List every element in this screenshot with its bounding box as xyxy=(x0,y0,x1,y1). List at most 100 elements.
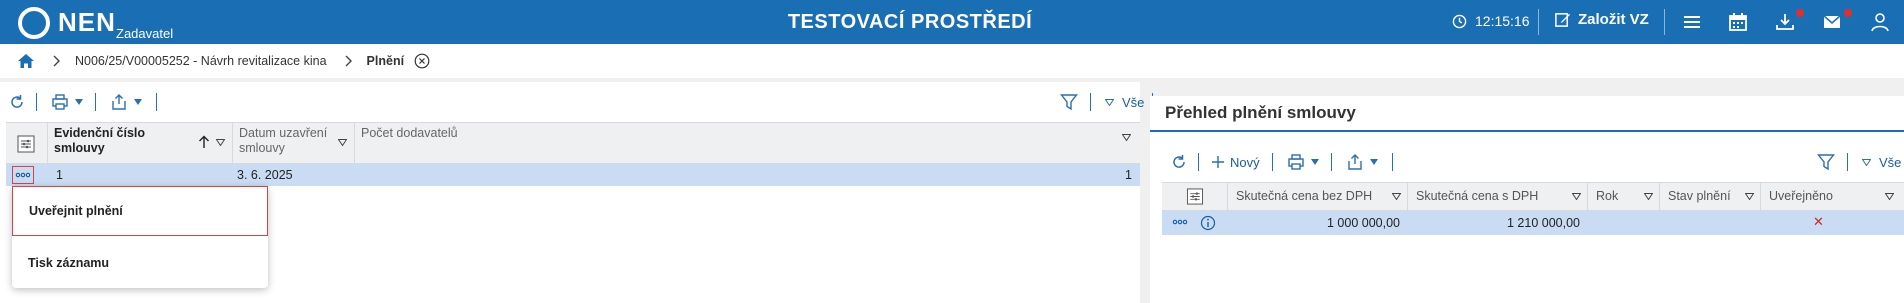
column-label: Skutečná cena s DPH xyxy=(1416,189,1539,203)
toolbar-divider xyxy=(1198,153,1199,171)
column-header-supplier-count[interactable]: Počet dodavatelů xyxy=(355,123,1140,163)
toolbar-divider xyxy=(156,93,157,111)
edit-icon xyxy=(1555,13,1571,27)
row-actions-button[interactable] xyxy=(12,166,34,184)
hamburger-menu-icon[interactable] xyxy=(1681,11,1703,33)
column-filter-icon[interactable] xyxy=(338,139,347,146)
column-settings-cell xyxy=(1162,183,1228,210)
column-filter-icon[interactable] xyxy=(1745,193,1754,200)
column-filter-icon[interactable] xyxy=(1122,134,1131,141)
toolbar-divider xyxy=(36,93,37,111)
toolbar-divider xyxy=(1271,153,1273,171)
environment-title: TESTOVACÍ PROSTŘEDÍ xyxy=(787,11,1033,33)
column-settings-icon[interactable] xyxy=(1186,188,1204,205)
print-icon[interactable] xyxy=(51,93,69,111)
contracts-toolbar xyxy=(8,93,157,111)
toolbar-divider xyxy=(95,93,96,111)
chevron-right-icon xyxy=(345,55,352,67)
chevron-down-icon[interactable] xyxy=(134,99,142,105)
logo-text: NEN xyxy=(58,7,116,37)
column-filter-icon[interactable] xyxy=(216,139,225,146)
column-header-price-with-vat[interactable]: Skutečná cena s DPH xyxy=(1408,183,1588,210)
table-row[interactable]: 1 3. 6. 2025 1 xyxy=(6,164,1140,186)
menu-item-publish-fulfillment[interactable]: Uveřejnit plnění xyxy=(12,186,268,236)
toolbar-divider xyxy=(1090,93,1091,111)
column-header-published[interactable]: Uveřejněno xyxy=(1761,183,1904,210)
panel-title: Přehled plnění smlouvy xyxy=(1165,103,1356,122)
cell-price-with-vat: 1 210 000,00 xyxy=(1507,216,1580,230)
header-divider xyxy=(1538,9,1539,35)
cell-contract-number: 1 xyxy=(56,168,63,182)
toolbar-divider xyxy=(1391,153,1393,171)
cell-contract-date: 3. 6. 2025 xyxy=(237,168,293,182)
chevron-down-icon[interactable] xyxy=(1369,159,1378,165)
filter-all-label[interactable]: Vše xyxy=(1122,95,1144,110)
export-icon[interactable] xyxy=(110,93,128,111)
title-underline xyxy=(1150,130,1904,132)
filter-dropdown-icon[interactable] xyxy=(1105,98,1114,106)
table-row[interactable]: 1 000 000,00 1 210 000,00 ✕ xyxy=(1162,211,1904,235)
filter-icon[interactable] xyxy=(1817,153,1835,171)
download-icon[interactable] xyxy=(1774,11,1796,33)
breadcrumb-current: Plnění xyxy=(366,54,405,68)
info-icon[interactable] xyxy=(1200,215,1216,231)
more-dots-icon[interactable] xyxy=(1172,219,1188,225)
more-dots-icon xyxy=(15,172,31,178)
menu-item-print-record[interactable]: Tisk záznamu xyxy=(12,238,268,288)
header-divider xyxy=(1664,9,1665,35)
mail-notification-dot xyxy=(1844,9,1852,17)
new-record-button[interactable]: Nový xyxy=(1211,155,1260,170)
user-icon[interactable] xyxy=(1869,11,1891,33)
close-circle-icon[interactable] xyxy=(414,53,430,69)
column-filter-icon[interactable] xyxy=(1885,193,1894,200)
column-header-status[interactable]: Stav plnění xyxy=(1660,183,1761,210)
column-header-contract-date[interactable]: Datum uzavření smlouvy xyxy=(233,123,355,163)
column-label: Datum uzavření smlouvy xyxy=(239,126,328,155)
column-filter-icon[interactable] xyxy=(1644,193,1653,200)
calendar-icon[interactable] xyxy=(1727,11,1749,33)
sort-ascending-icon[interactable] xyxy=(198,135,210,149)
chevron-right-icon xyxy=(53,55,60,67)
download-notification-dot xyxy=(1796,9,1804,17)
clock-time: 12:15:16 xyxy=(1475,13,1530,29)
column-header-year[interactable]: Rok xyxy=(1588,183,1660,210)
export-icon[interactable] xyxy=(1346,153,1364,171)
toolbar-divider xyxy=(1330,153,1332,171)
contracts-panel: Vše Evidenční číslo smlouvy Datum uzavře… xyxy=(0,82,1154,303)
chevron-down-icon[interactable] xyxy=(1310,159,1319,165)
create-tender-label: Založit VZ xyxy=(1578,11,1649,28)
print-icon[interactable] xyxy=(1287,153,1305,171)
breadcrumb-tender-link[interactable]: N006/25/V00005252 - Návrh revitalizace k… xyxy=(75,54,327,68)
fulfillment-overview-panel: Přehled plnění smlouvy Nový Vše Skutečná… xyxy=(1150,96,1904,303)
refresh-icon[interactable] xyxy=(8,93,26,111)
plus-icon xyxy=(1212,156,1224,168)
top-bar: NEN Zadavatel TESTOVACÍ PROSTŘEDÍ 12:15:… xyxy=(0,0,1904,44)
chevron-down-icon[interactable] xyxy=(75,99,83,105)
column-filter-icon[interactable] xyxy=(1572,193,1581,200)
fulfillment-toolbar: Nový xyxy=(1170,153,1393,171)
column-header-contract-number[interactable]: Evidenční číslo smlouvy xyxy=(48,123,233,163)
home-icon[interactable] xyxy=(17,52,35,70)
contracts-filter-bar: Vše xyxy=(1060,93,1154,111)
filter-dropdown-icon[interactable] xyxy=(1862,158,1871,166)
row-context-menu: Uveřejnit plnění Tisk záznamu xyxy=(12,186,268,288)
contracts-table-header: Evidenční číslo smlouvy Datum uzavření s… xyxy=(6,122,1140,164)
column-label: Rok xyxy=(1596,189,1619,203)
filter-all-label[interactable]: Vše xyxy=(1879,155,1901,170)
column-label: Uveřejněno xyxy=(1769,189,1833,203)
nen-logo-icon xyxy=(18,7,50,39)
session-clock: 12:15:16 xyxy=(1452,13,1530,29)
refresh-icon[interactable] xyxy=(1170,153,1188,171)
column-settings-icon[interactable] xyxy=(17,135,35,153)
column-header-price-without-vat[interactable]: Skutečná cena bez DPH xyxy=(1228,183,1408,210)
filter-icon[interactable] xyxy=(1060,93,1078,111)
logo-subtitle: Zadavatel xyxy=(116,26,174,41)
column-filter-icon[interactable] xyxy=(1392,193,1401,200)
new-record-label: Nový xyxy=(1230,154,1260,170)
cell-supplier-count: 1 xyxy=(1125,168,1132,182)
mail-icon[interactable] xyxy=(1821,11,1843,33)
column-label: Počet dodavatelů xyxy=(361,126,458,140)
toolbar-divider xyxy=(1847,153,1848,171)
column-label: Stav plnění xyxy=(1668,189,1731,203)
create-tender-button[interactable]: Založit VZ xyxy=(1554,11,1649,28)
